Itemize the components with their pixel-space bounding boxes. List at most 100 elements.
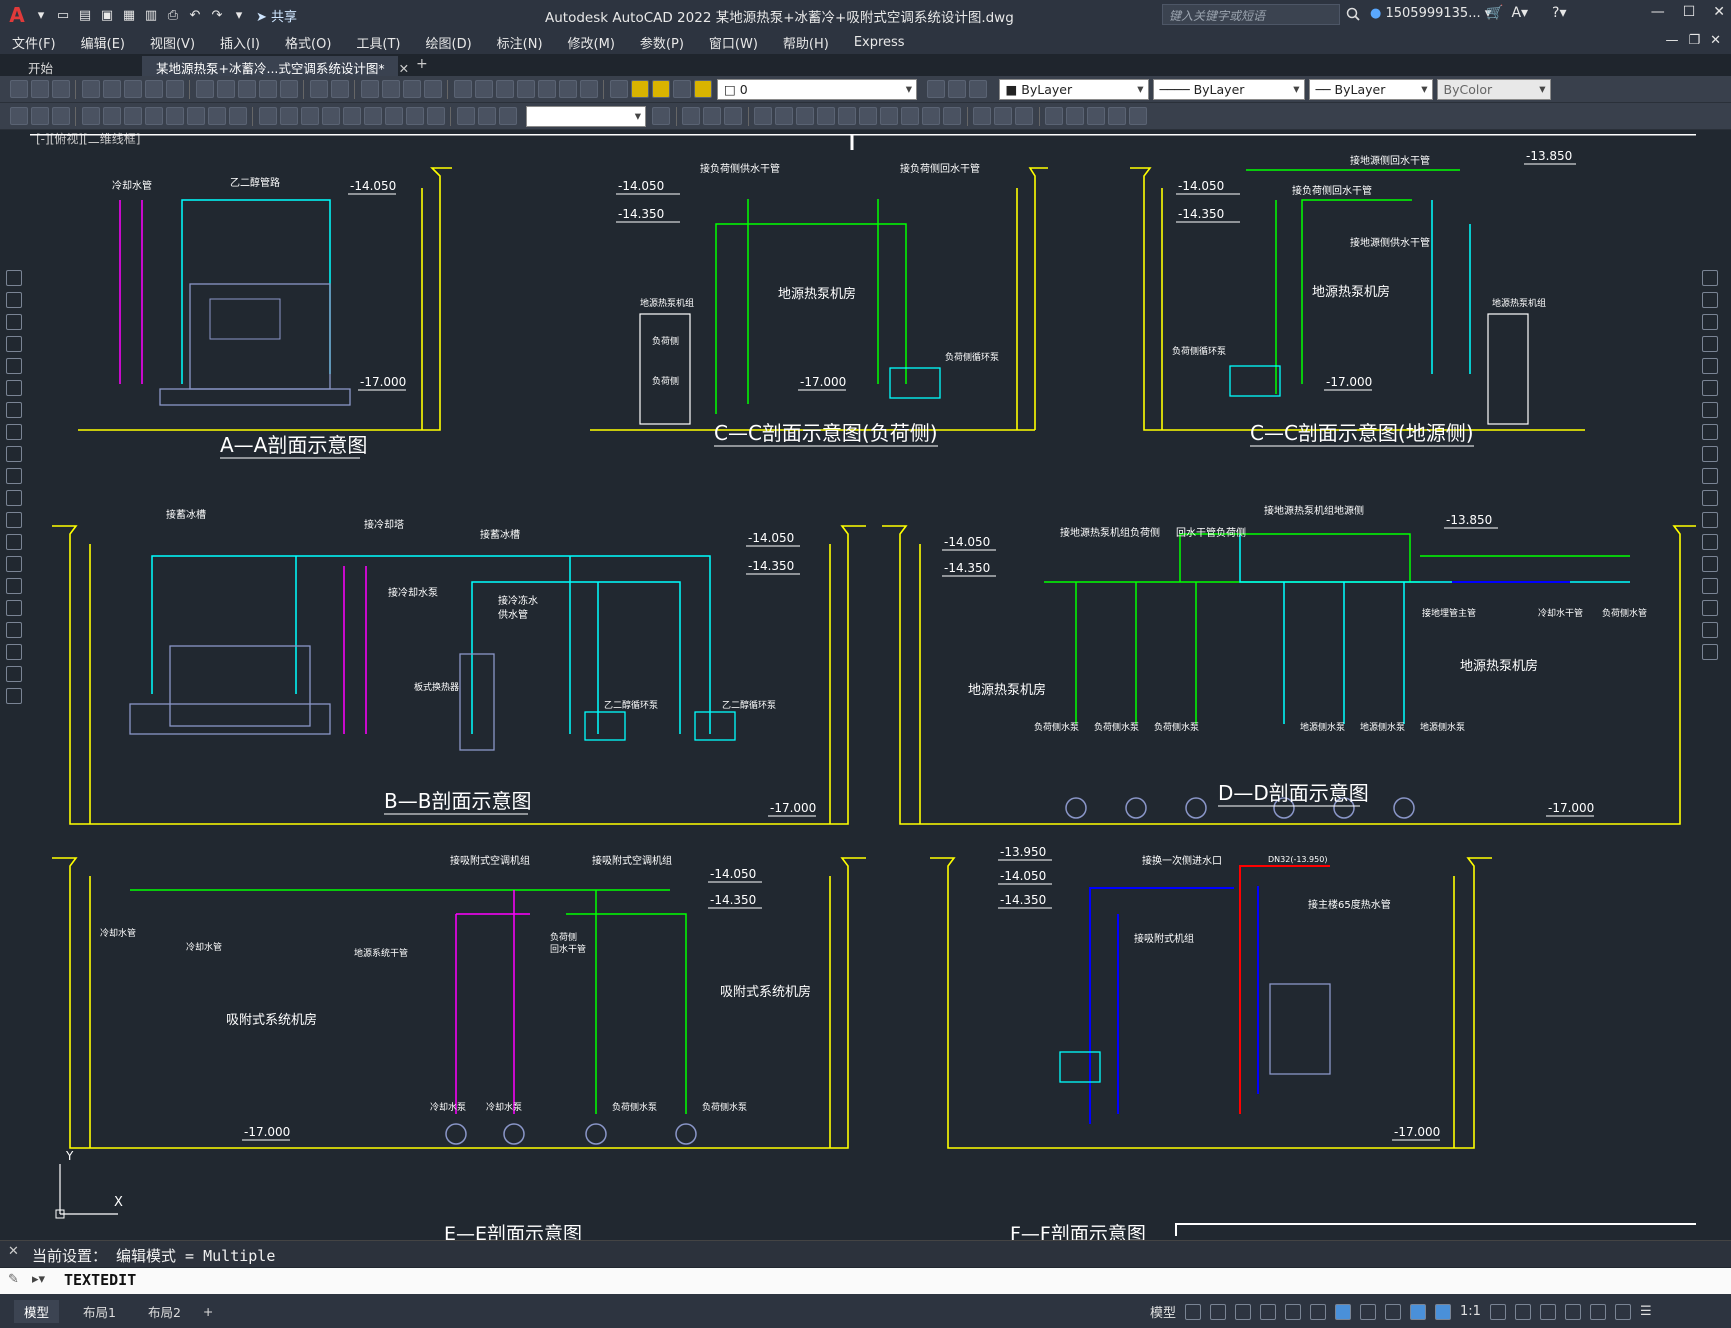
- r-extend-icon[interactable]: [1702, 490, 1718, 506]
- zoom-previous-icon[interactable]: [423, 80, 442, 98]
- tab-start[interactable]: 开始: [14, 56, 134, 76]
- rectangle-icon[interactable]: [6, 358, 22, 374]
- search-icon[interactable]: [1346, 6, 1360, 25]
- dim-radius-icon[interactable]: [165, 107, 184, 125]
- tool-palettes-icon[interactable]: [495, 80, 514, 98]
- tool-c-icon[interactable]: [51, 107, 70, 125]
- table-icon[interactable]: [6, 644, 22, 660]
- polar-icon[interactable]: [1260, 1303, 1277, 1320]
- doc-close-icon[interactable]: ✕: [1710, 33, 1721, 48]
- layer-lock-icon[interactable]: [693, 80, 712, 98]
- zoom-window-icon[interactable]: [402, 80, 421, 98]
- layer-viewport-icon[interactable]: [672, 80, 691, 98]
- customization-menu-icon[interactable]: ☰: [1640, 1304, 1652, 1319]
- app-menu-chevron-icon[interactable]: ▾: [31, 5, 51, 25]
- command-input[interactable]: TEXTEDIT: [64, 1271, 136, 1289]
- jogged-linear-icon[interactable]: [426, 107, 445, 125]
- array-icon[interactable]: [775, 107, 793, 125]
- chamfer-icon[interactable]: [973, 107, 991, 125]
- object-snap-tracking-icon[interactable]: [1310, 1303, 1327, 1320]
- clean-screen-icon[interactable]: [1614, 1303, 1631, 1320]
- command-close-icon[interactable]: ✕: [8, 1244, 19, 1259]
- menu-insert[interactable]: 插入(I): [220, 33, 260, 52]
- ellipse-icon[interactable]: [6, 468, 22, 484]
- r-join-icon[interactable]: [1702, 556, 1718, 572]
- autodesk-app-icon[interactable]: A▾: [1511, 5, 1528, 21]
- layer-dropdown[interactable]: □ 0: [717, 78, 917, 100]
- r-move-icon[interactable]: [1702, 380, 1718, 396]
- dim-space-icon[interactable]: [321, 107, 340, 125]
- publish-3d-icon[interactable]: [123, 80, 142, 98]
- r-break-icon[interactable]: [1702, 534, 1718, 550]
- construction-line-icon[interactable]: [6, 292, 22, 308]
- isolate-objects-icon[interactable]: [1589, 1303, 1606, 1320]
- dim-diameter-icon[interactable]: [207, 107, 226, 125]
- break-icon[interactable]: [922, 107, 940, 125]
- dim-continue-icon[interactable]: [300, 107, 319, 125]
- r-scale-icon[interactable]: [1702, 424, 1718, 440]
- layer-state-icon[interactable]: [969, 80, 987, 98]
- zoom-realtime-icon[interactable]: [381, 80, 400, 98]
- cut-icon[interactable]: [195, 80, 214, 98]
- tool-b-icon[interactable]: [30, 107, 49, 125]
- menu-dimension[interactable]: 标注(N): [497, 33, 543, 52]
- add-selected-icon[interactable]: [6, 688, 22, 704]
- menu-file[interactable]: 文件(F): [12, 33, 56, 52]
- make-current-layer-icon[interactable]: [927, 80, 945, 98]
- insert-block-icon[interactable]: [6, 512, 22, 528]
- inspection-icon[interactable]: [405, 107, 424, 125]
- dim-edit-icon[interactable]: [456, 107, 475, 125]
- r-erase-icon[interactable]: [1702, 270, 1718, 286]
- share-button[interactable]: ➤ 共享: [256, 6, 297, 25]
- linetype-dropdown[interactable]: ──── ByLayer: [1152, 78, 1305, 100]
- undo-tb-icon[interactable]: [309, 80, 328, 98]
- save-as-icon[interactable]: ▦: [119, 5, 139, 25]
- paste-icon[interactable]: [237, 80, 256, 98]
- polyline-icon[interactable]: [6, 314, 22, 330]
- new-tab-icon[interactable]: +: [410, 56, 434, 76]
- dim-baseline-icon[interactable]: [279, 107, 298, 125]
- mirror-icon[interactable]: [724, 107, 742, 125]
- r-offset-icon[interactable]: [1702, 336, 1718, 352]
- dim-ordinate-icon[interactable]: [144, 107, 163, 125]
- isodraft-icon[interactable]: [1285, 1303, 1302, 1320]
- workspace-dropdown-icon[interactable]: ▾: [229, 5, 249, 25]
- r-trim-icon[interactable]: [1702, 468, 1718, 484]
- color-dropdown[interactable]: ■ ByLayer: [998, 78, 1149, 100]
- rotate-icon[interactable]: [817, 107, 835, 125]
- customize-wrench-icon[interactable]: ✎: [8, 1272, 19, 1287]
- render-icon[interactable]: [165, 80, 184, 98]
- drawing-canvas[interactable]: [-][俯视][二维线框] 冷却水管 乙二醇管路 -14.050 -17.000…: [0, 130, 1731, 1240]
- annotation-visibility-icon[interactable]: [1410, 1303, 1427, 1320]
- units-icon[interactable]: [1539, 1303, 1556, 1320]
- arc-icon[interactable]: [6, 380, 22, 396]
- plot-preview-icon[interactable]: [102, 80, 121, 98]
- menu-format[interactable]: 格式(O): [285, 33, 331, 52]
- spline-icon[interactable]: [6, 446, 22, 462]
- layout-tab-model[interactable]: 模型: [14, 1299, 60, 1323]
- annotation-monitor-icon[interactable]: [1514, 1303, 1531, 1320]
- quick-properties-icon[interactable]: [1564, 1303, 1581, 1320]
- design-center-icon[interactable]: [474, 80, 493, 98]
- cad-drawing[interactable]: 冷却水管 乙二醇管路 -14.050 -17.000 A—A剖面示意图 接负荷侧…: [30, 134, 1700, 1240]
- lineweight-dropdown[interactable]: ── ByLayer: [1308, 78, 1433, 100]
- text-to-front-icon[interactable]: [1129, 107, 1147, 125]
- maximize-icon[interactable]: ☐: [1683, 4, 1696, 20]
- menu-modify[interactable]: 修改(M): [568, 33, 615, 52]
- ortho-icon[interactable]: [1235, 1303, 1252, 1320]
- annotation-scale[interactable]: 1:1: [1460, 1304, 1481, 1319]
- fillet-icon[interactable]: [994, 107, 1012, 125]
- r-break-point-icon[interactable]: [1702, 512, 1718, 528]
- hatch-icon[interactable]: [6, 578, 22, 594]
- snap-icon[interactable]: [1210, 1303, 1227, 1320]
- minimize-icon[interactable]: —: [1651, 4, 1665, 20]
- dim-linear-icon[interactable]: [81, 107, 100, 125]
- extend-icon[interactable]: [901, 107, 919, 125]
- dim-text-edit-icon[interactable]: [477, 107, 496, 125]
- autocad-logo-icon[interactable]: A: [4, 2, 30, 28]
- dim-angular-icon[interactable]: [228, 107, 247, 125]
- user-account[interactable]: ● 1505999135... ▾: [1370, 6, 1491, 21]
- move-icon[interactable]: [796, 107, 814, 125]
- draworder-front-icon[interactable]: [1045, 107, 1063, 125]
- tab-close-icon[interactable]: ✕: [399, 61, 409, 76]
